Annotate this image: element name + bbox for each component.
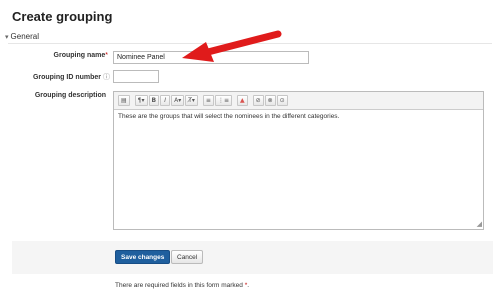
annotation-arrow-icon [182, 30, 282, 62]
